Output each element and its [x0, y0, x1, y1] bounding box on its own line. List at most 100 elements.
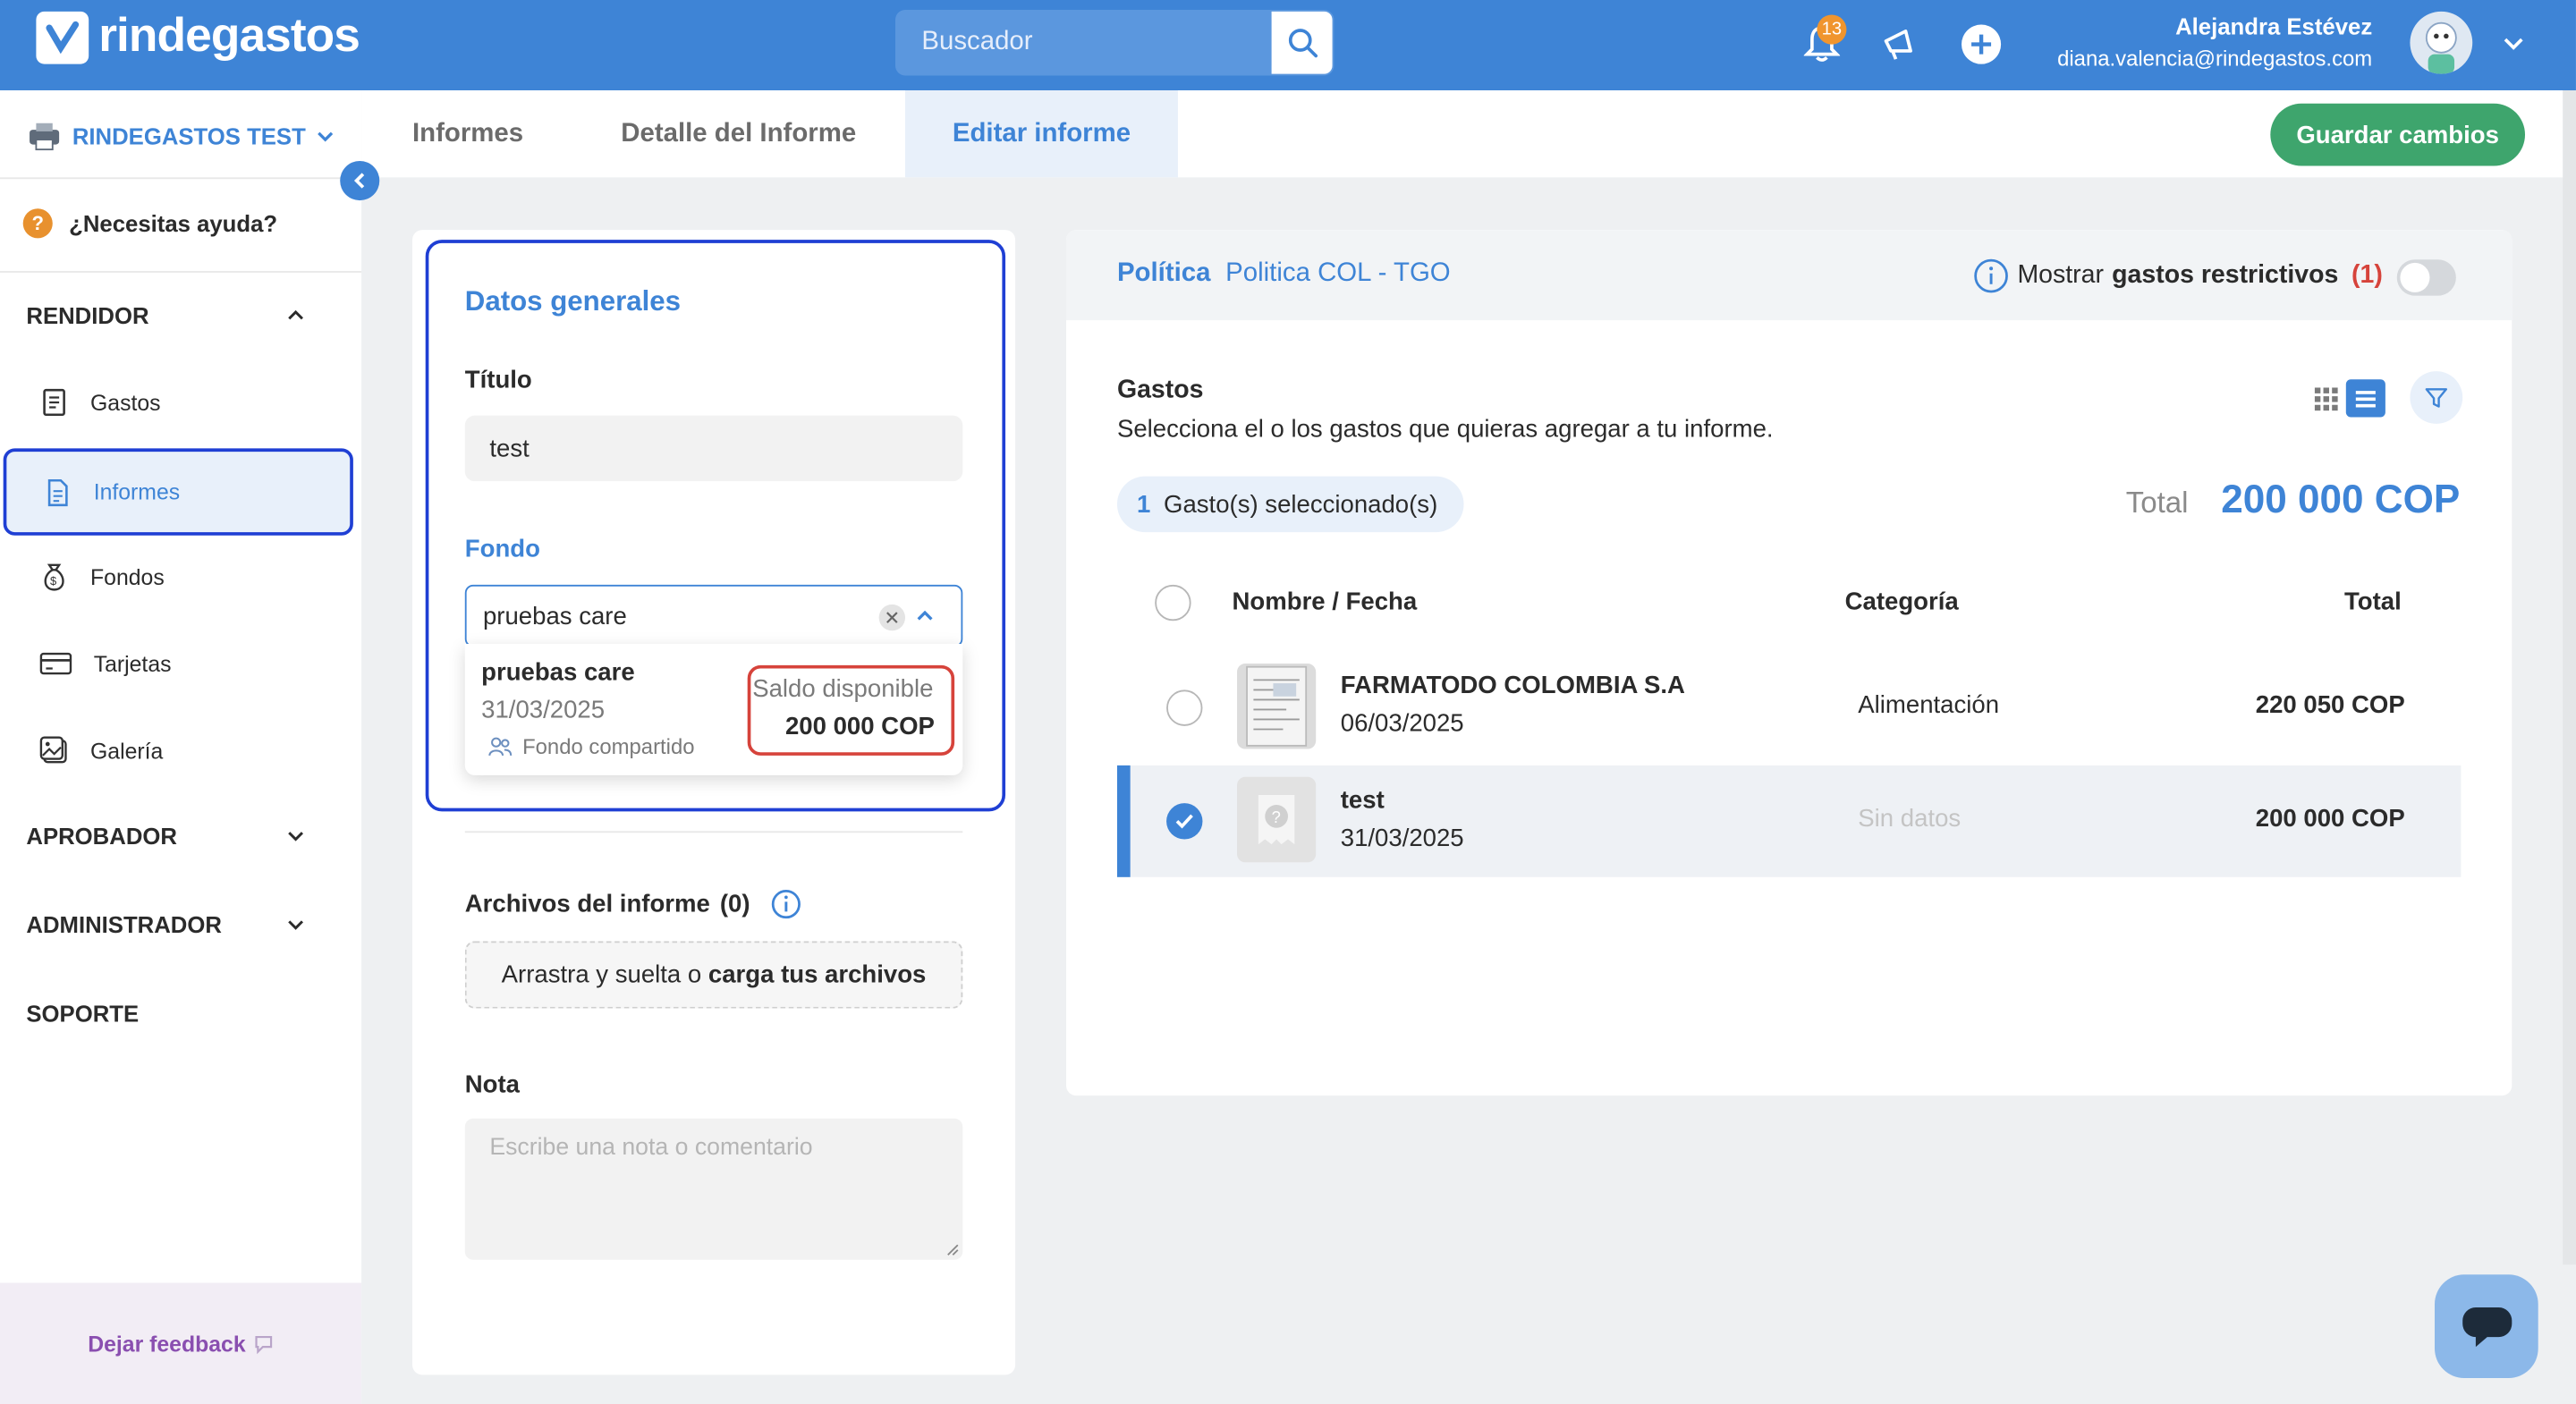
tab-informes[interactable]: Informes: [412, 90, 523, 177]
expense-date: 06/03/2025: [1340, 709, 1464, 738]
search-button[interactable]: [1271, 11, 1333, 74]
chevron-down-icon[interactable]: [2500, 31, 2526, 66]
chat-icon: [2462, 1307, 2512, 1347]
chat-bubble-icon: [254, 1335, 272, 1354]
fund-value: pruebas care: [482, 602, 627, 630]
expense-category: Sin datos: [1858, 804, 1962, 833]
expense-name: FARMATODO COLOMBIA S.A: [1340, 672, 1685, 700]
tab-label: Editar informe: [952, 119, 1131, 148]
files-count: (0): [719, 890, 750, 918]
restrictive-toggle[interactable]: [2396, 259, 2456, 296]
sidebar-item-label: Gastos: [90, 390, 161, 415]
sidebar: RINDEGASTOS TEST ? ¿Necesitas ayuda? REN…: [0, 90, 362, 1404]
sidebar-item-label: Informes: [93, 479, 181, 504]
user-info[interactable]: Alejandra Estévez diana.valencia@rindega…: [2057, 13, 2372, 71]
note-textarea[interactable]: Escribe una nota o comentario: [464, 1118, 963, 1260]
policy-value[interactable]: Politica COL - TGO: [1225, 259, 1450, 289]
tab-label: Informes: [412, 119, 524, 148]
page-scrollbar[interactable]: [2563, 90, 2576, 1265]
search-bar[interactable]: Buscador: [895, 10, 1335, 76]
user-email: diana.valencia@rindegastos.com: [2057, 46, 2373, 71]
sidebar-item-informes[interactable]: Informes: [3, 448, 353, 536]
select-all-checkbox[interactable]: [1155, 584, 1191, 622]
sidebar-item-label: Tarjetas: [93, 651, 172, 676]
collapse-sidebar-button[interactable]: [340, 160, 380, 201]
section-soporte[interactable]: SOPORTE: [26, 1001, 305, 1027]
sidebar-item-label: Fondos: [90, 563, 165, 589]
view-toggle: [2307, 379, 2385, 418]
files-header: Archivos del informe (0): [465, 889, 801, 920]
chevron-down-icon: [288, 832, 303, 842]
money-bag-icon: $: [44, 563, 64, 591]
clear-icon[interactable]: [878, 604, 906, 631]
top-bar: rindegastos Buscador 13 Alejandra Estéve…: [0, 0, 2576, 91]
file-dropzone[interactable]: Arrastra y suelta o carga tus archivos: [464, 941, 963, 1009]
tab-label: Detalle del Informe: [621, 119, 857, 148]
section-title: Datos generales: [464, 285, 682, 317]
receipt-icon: [43, 388, 65, 417]
upload-link[interactable]: carga tus archivos: [708, 960, 926, 988]
shared-fund-label: Fondo compartido: [522, 734, 695, 759]
sidebar-item-gastos[interactable]: Gastos: [0, 367, 361, 439]
app-name: rindegastos: [98, 10, 360, 63]
document-icon: [47, 478, 68, 506]
sidebar-item-fondos[interactable]: $ Fondos: [0, 540, 361, 613]
expense-total: 200 000 COP: [2255, 804, 2405, 833]
filter-icon[interactable]: [2410, 371, 2463, 424]
chevron-down-icon: [288, 920, 303, 930]
info-icon: [770, 890, 801, 919]
section-administrador[interactable]: ADMINISTRADOR: [26, 911, 305, 938]
note-label: Nota: [464, 1070, 521, 1099]
avatar[interactable]: [2410, 11, 2473, 74]
section-aprobador[interactable]: APROBADOR: [26, 823, 305, 850]
save-changes-button[interactable]: Guardar cambios: [2270, 103, 2526, 166]
grid-view-icon[interactable]: [2307, 379, 2346, 417]
restrictive-bold: gastos restrictivos: [2112, 261, 2339, 290]
divider: [464, 831, 963, 833]
printer-icon: [30, 123, 60, 151]
section-rendidor[interactable]: RENDIDOR: [26, 302, 305, 328]
divider: [0, 271, 362, 273]
fund-option-name: pruebas care: [481, 658, 635, 687]
fund-select[interactable]: pruebas care: [464, 584, 963, 647]
user-name: Alejandra Estévez: [2175, 13, 2373, 40]
app-logo[interactable]: rindegastos: [36, 10, 360, 64]
balance-highlight: [747, 664, 955, 756]
restrictive-count: (1): [2351, 261, 2383, 290]
sidebar-item-tarjetas[interactable]: Tarjetas: [0, 628, 361, 700]
sub-header: Informes Detalle del Informe Editar info…: [361, 90, 2563, 178]
title-input[interactable]: test: [464, 415, 963, 482]
receipt-placeholder-icon[interactable]: ?: [1237, 776, 1317, 863]
receipt-thumbnail[interactable]: [1237, 664, 1317, 749]
restrictive-toggle-label: Mostrar gastos restrictivos (1): [1973, 258, 2383, 293]
sidebar-item-label: Galería: [90, 738, 164, 764]
expenses-subtitle: Selecciona el o los gastos que quieras a…: [1116, 415, 1774, 444]
divider: [0, 177, 362, 180]
megaphone-icon[interactable]: [1877, 21, 1923, 67]
section-label: RENDIDOR: [26, 301, 149, 329]
add-icon[interactable]: [1958, 21, 2004, 67]
chat-button[interactable]: [2434, 1274, 2538, 1378]
column-total: Total: [2343, 588, 2402, 616]
upload-prefix: Arrastra y suelta o: [501, 960, 702, 989]
sidebar-item-galeria[interactable]: Galería: [0, 715, 361, 787]
company-selector[interactable]: RINDEGASTOS TEST: [26, 120, 335, 153]
row-checkbox[interactable]: [1166, 689, 1203, 726]
tab-detalle-informe[interactable]: Detalle del Informe: [621, 90, 856, 177]
expense-category: Alimentación: [1858, 691, 2000, 720]
chevron-up-icon: [288, 309, 303, 320]
svg-text:$: $: [50, 574, 56, 588]
chevron-up-icon[interactable]: [915, 605, 935, 632]
users-icon: [488, 737, 513, 757]
search-placeholder: Buscador: [921, 28, 1033, 56]
fund-label: Fondo: [464, 535, 540, 563]
list-view-icon[interactable]: [2345, 379, 2385, 418]
row-checkbox-checked[interactable]: [1166, 803, 1203, 840]
feedback-link[interactable]: Dejar feedback: [0, 1282, 362, 1404]
tab-editar-informe[interactable]: Editar informe: [905, 90, 1178, 178]
section-label: ADMINISTRADOR: [26, 911, 222, 938]
help-link[interactable]: ? ¿Necesitas ayuda?: [22, 208, 277, 239]
title-value: test: [489, 434, 530, 463]
fund-option-date: 31/03/2025: [481, 696, 606, 724]
company-name: RINDEGASTOS TEST: [72, 123, 306, 150]
